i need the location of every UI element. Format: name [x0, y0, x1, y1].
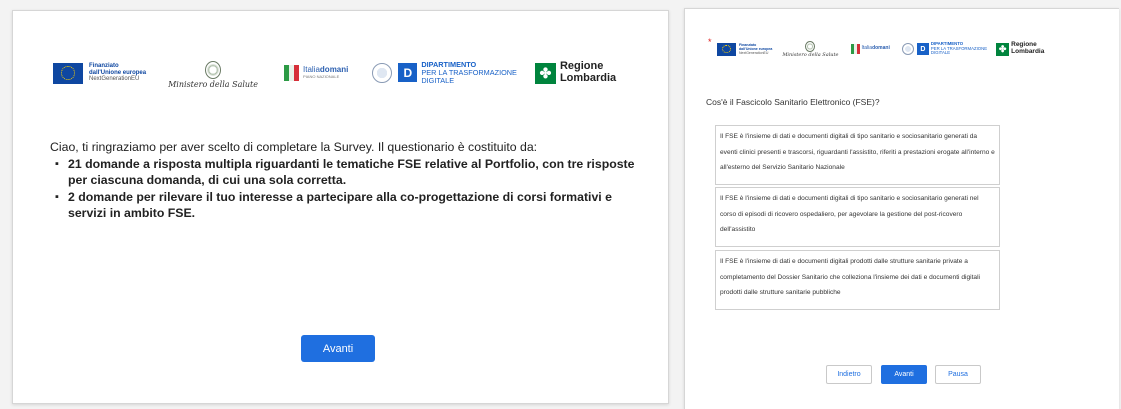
intro-item-2-text: 2 domande per rilevare il tuo interesse …: [68, 189, 612, 221]
dipartimento-line3: DIGITALE: [421, 76, 455, 86]
eu-logo-line3: NextGenerationEU: [89, 76, 140, 83]
intro-text-block: Ciao, ti ringraziamo per aver scelto di …: [50, 139, 650, 222]
ministero-logo-small-text: Ministero della Salute: [782, 51, 839, 58]
lombardia-logo-small: ✤ Regione Lombardia: [996, 41, 1045, 56]
intro-item-1-text: 21 domande a risposta multipla riguardan…: [68, 156, 635, 188]
italiadomani-logo: Italiadomani PIANO NAZIONALE: [284, 65, 348, 81]
italiadomani-small-name-b: domani: [872, 45, 890, 52]
repubblica-emblem-icon: [372, 63, 393, 83]
repubblica-emblem-icon-small: [901, 43, 914, 55]
dipartimento-mark: D: [398, 63, 418, 83]
dipartimento-logo: D DIPARTIMENTO PER LA TRASFORMAZIONE DIG…: [398, 60, 517, 86]
italiadomani-name-a: Italia: [303, 65, 320, 75]
answer-option-2[interactable]: Il FSE è l'insieme di dati e documenti d…: [715, 187, 1000, 247]
ministero-logo-text: Ministero della Salute: [168, 80, 259, 89]
italiadomani-sub: PIANO NAZIONALE: [303, 74, 340, 80]
intro-paragraph: Ciao, ti ringraziamo per aver scelto di …: [50, 140, 538, 154]
dipartimento-small-line3: DIGITALE: [930, 50, 951, 56]
italian-emblem-icon: [205, 61, 222, 79]
lombardia-line2: Lombardia: [559, 72, 617, 84]
ministero-logo-small: Ministero della Salute: [782, 40, 839, 58]
logo-strip: Finanziato dall'Unione europea NextGener…: [53, 55, 616, 91]
dipartimento-logo-small: D DIPARTIMENTO PER LA TRASFORMAZIONE DIG…: [916, 41, 987, 56]
italian-emblem-icon-small: [805, 40, 816, 52]
eu-logo-title: Finanziato: [89, 62, 119, 69]
ministero-logo: Ministero della Salute: [168, 61, 258, 89]
eu-flag-icon: [53, 62, 83, 84]
eu-flag-icon-small: [717, 42, 736, 56]
intro-list-item: 21 domande a risposta multipla riguardan…: [55, 156, 650, 189]
intro-panel: Finanziato dall'Unione europea NextGener…: [12, 10, 669, 404]
dipartimento-mark-small: D: [916, 43, 929, 55]
eu-logo-small: Finanziato dall'Unione europea NextGener…: [717, 42, 772, 56]
answer-option-1[interactable]: Il FSE è l'insieme di dati e documenti d…: [715, 125, 1000, 185]
eu-logo-small-line3: NextGenerationEU: [739, 51, 769, 55]
avanti-button-small[interactable]: Avanti: [881, 365, 927, 384]
intro-list: 21 domande a risposta multipla riguardan…: [50, 156, 650, 222]
question-panel: * Finanziato dall'Unione europea NextGen…: [684, 8, 1119, 409]
answer-option-3[interactable]: Il FSE è l'insieme di dati e documenti d…: [715, 250, 1000, 310]
logo-strip-small: Finanziato dall'Unione europea NextGener…: [717, 39, 1044, 59]
eu-logo: Finanziato dall'Unione europea NextGener…: [53, 62, 147, 84]
avanti-button[interactable]: Avanti: [301, 335, 375, 362]
indietro-button[interactable]: Indietro: [826, 365, 872, 384]
question-title: Cos'è il Fascicolo Sanitario Elettronico…: [706, 97, 880, 107]
required-marker-icon: *: [708, 37, 712, 47]
lombardia-rose-icon: ✤: [534, 62, 556, 84]
intro-list-item: 2 domande per rilevare il tuo interesse …: [55, 189, 650, 222]
lombardia-logo: ✤ Regione Lombardia: [534, 61, 617, 84]
eu-logo-line2: dall'Unione europea: [89, 69, 147, 76]
pausa-button[interactable]: Pausa: [935, 365, 981, 384]
italiadomani-name-b: domani: [319, 65, 349, 75]
italiadomani-small-name-a: Italia: [861, 45, 873, 52]
lombardia-small-line2: Lombardia: [1011, 48, 1045, 55]
italiadomani-logo-small: Italiadomani: [850, 44, 890, 54]
lombardia-rose-icon-small: ✤: [996, 42, 1010, 56]
italy-flag-icon: [284, 65, 300, 81]
italy-flag-icon-small: [850, 44, 860, 54]
